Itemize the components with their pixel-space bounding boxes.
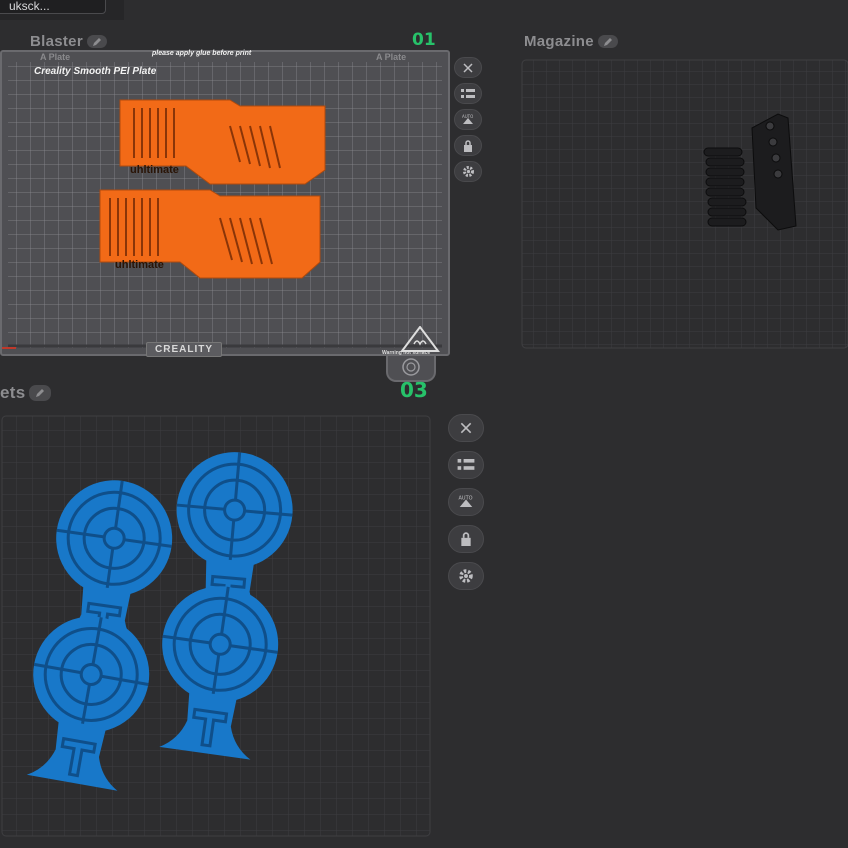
plate-number-targets: 03 <box>400 378 428 402</box>
auto-orient-button[interactable]: AUTO <box>454 109 482 130</box>
plate-title-blaster: Blaster <box>30 33 107 50</box>
bed-tab-right: A Plate <box>376 52 407 62</box>
svg-text:AUTO: AUTO <box>459 496 473 502</box>
auto-orient-icon: AUTO <box>462 114 473 124</box>
plate-settings-button[interactable] <box>448 562 484 590</box>
list-icon <box>457 459 475 470</box>
delete-plate-button[interactable] <box>448 414 484 442</box>
bed-top-notice: please apply glue before print <box>152 50 252 57</box>
fingerprint-icon <box>402 358 420 376</box>
plate-title-targets: ets <box>0 383 52 403</box>
blaster-parts[interactable] <box>90 92 330 284</box>
edit-plate-name-icon[interactable] <box>597 35 618 48</box>
edit-plate-name-icon[interactable] <box>29 385 52 401</box>
gear-icon <box>462 166 474 177</box>
bed-tab-left: A Plate <box>40 52 71 62</box>
close-icon <box>460 422 472 434</box>
plate-toolbar-01: AUTO <box>454 57 482 182</box>
delete-plate-button[interactable] <box>454 57 482 78</box>
arrange-button[interactable] <box>454 83 482 104</box>
plate-number-blaster: 01 <box>412 30 436 50</box>
printer-dropdown[interactable]: uksck... <box>0 0 106 14</box>
blaster-label-2: uhltimate <box>115 259 164 271</box>
bed-plate-name: Creality Smooth PEI Plate <box>34 66 157 77</box>
plate-name-blaster: Blaster <box>30 33 83 50</box>
auto-orient-button[interactable]: AUTO <box>448 488 484 516</box>
plate-settings-button[interactable] <box>454 161 482 182</box>
edit-plate-name-icon[interactable] <box>86 35 107 48</box>
lock-icon <box>461 532 471 546</box>
creality-logo: CREALITY <box>146 342 222 357</box>
list-icon <box>461 88 475 98</box>
svg-text:AUTO: AUTO <box>462 114 473 119</box>
lock-icon <box>464 139 472 152</box>
plate-name-magazine: Magazine <box>524 33 594 50</box>
blaster-label-1: uhltimate <box>130 164 179 176</box>
plate-name-targets: ets <box>0 383 26 402</box>
plate-toolbar-03: AUTO <box>448 414 484 590</box>
auto-orient-icon: AUTO <box>459 496 473 507</box>
lock-plate-button[interactable] <box>448 525 484 553</box>
targets-plate-grid[interactable] <box>0 414 432 838</box>
plate-title-magazine: Magazine <box>524 33 618 50</box>
close-icon <box>463 62 473 73</box>
gear-icon <box>459 569 473 583</box>
arrange-button[interactable] <box>448 451 484 479</box>
magazine-plate-grid[interactable] <box>520 58 848 350</box>
lock-plate-button[interactable] <box>454 135 482 156</box>
